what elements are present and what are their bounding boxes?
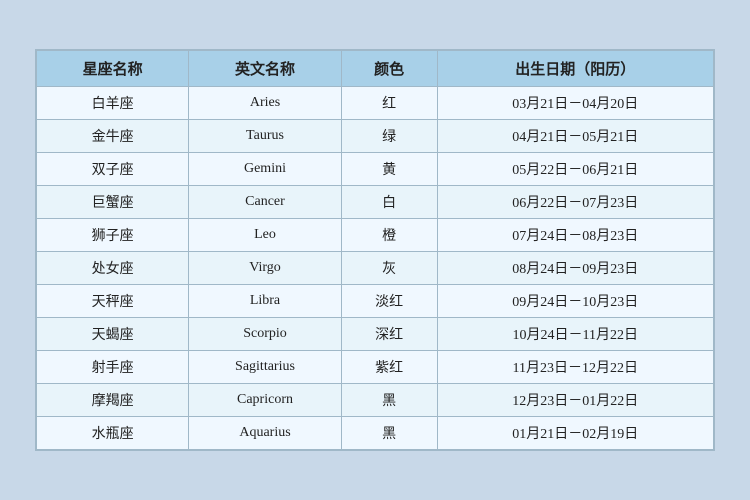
color-value: 黄 (341, 153, 437, 186)
chinese-name: 白羊座 (37, 87, 189, 120)
chinese-name: 狮子座 (37, 219, 189, 252)
english-name: Libra (189, 285, 341, 318)
english-name: Scorpio (189, 318, 341, 351)
chinese-name: 金牛座 (37, 120, 189, 153)
date-range: 05月22日－06月21日 (437, 153, 713, 186)
date-range: 04月21日－05月21日 (437, 120, 713, 153)
zodiac-table: 星座名称 英文名称 颜色 出生日期（阳历） 白羊座Aries红03月21日－04… (36, 50, 714, 450)
color-value: 绿 (341, 120, 437, 153)
table-row: 双子座Gemini黄05月22日－06月21日 (37, 153, 714, 186)
english-name: Sagittarius (189, 351, 341, 384)
color-value: 黑 (341, 384, 437, 417)
english-name: Aquarius (189, 417, 341, 450)
date-range: 12月23日－01月22日 (437, 384, 713, 417)
color-value: 深红 (341, 318, 437, 351)
chinese-name: 巨蟹座 (37, 186, 189, 219)
date-range: 06月22日－07月23日 (437, 186, 713, 219)
date-range: 10月24日－11月22日 (437, 318, 713, 351)
color-value: 淡红 (341, 285, 437, 318)
col-header-english: 英文名称 (189, 51, 341, 87)
table-row: 射手座Sagittarius紫红11月23日－12月22日 (37, 351, 714, 384)
color-value: 灰 (341, 252, 437, 285)
english-name: Leo (189, 219, 341, 252)
date-range: 11月23日－12月22日 (437, 351, 713, 384)
table-header-row: 星座名称 英文名称 颜色 出生日期（阳历） (37, 51, 714, 87)
col-header-dates: 出生日期（阳历） (437, 51, 713, 87)
color-value: 黑 (341, 417, 437, 450)
chinese-name: 处女座 (37, 252, 189, 285)
color-value: 橙 (341, 219, 437, 252)
english-name: Virgo (189, 252, 341, 285)
table-row: 狮子座Leo橙07月24日－08月23日 (37, 219, 714, 252)
table-row: 天蝎座Scorpio深红10月24日－11月22日 (37, 318, 714, 351)
english-name: Aries (189, 87, 341, 120)
chinese-name: 天秤座 (37, 285, 189, 318)
date-range: 07月24日－08月23日 (437, 219, 713, 252)
table-row: 天秤座Libra淡红09月24日－10月23日 (37, 285, 714, 318)
english-name: Gemini (189, 153, 341, 186)
col-header-chinese: 星座名称 (37, 51, 189, 87)
english-name: Capricorn (189, 384, 341, 417)
date-range: 09月24日－10月23日 (437, 285, 713, 318)
english-name: Taurus (189, 120, 341, 153)
chinese-name: 双子座 (37, 153, 189, 186)
chinese-name: 射手座 (37, 351, 189, 384)
col-header-color: 颜色 (341, 51, 437, 87)
color-value: 紫红 (341, 351, 437, 384)
table-row: 水瓶座Aquarius黑01月21日－02月19日 (37, 417, 714, 450)
chinese-name: 天蝎座 (37, 318, 189, 351)
date-range: 03月21日－04月20日 (437, 87, 713, 120)
english-name: Cancer (189, 186, 341, 219)
chinese-name: 摩羯座 (37, 384, 189, 417)
date-range: 08月24日－09月23日 (437, 252, 713, 285)
table-row: 处女座Virgo灰08月24日－09月23日 (37, 252, 714, 285)
date-range: 01月21日－02月19日 (437, 417, 713, 450)
zodiac-table-container: 星座名称 英文名称 颜色 出生日期（阳历） 白羊座Aries红03月21日－04… (35, 49, 715, 451)
table-row: 白羊座Aries红03月21日－04月20日 (37, 87, 714, 120)
table-row: 金牛座Taurus绿04月21日－05月21日 (37, 120, 714, 153)
table-row: 巨蟹座Cancer白06月22日－07月23日 (37, 186, 714, 219)
chinese-name: 水瓶座 (37, 417, 189, 450)
color-value: 白 (341, 186, 437, 219)
table-row: 摩羯座Capricorn黑12月23日－01月22日 (37, 384, 714, 417)
color-value: 红 (341, 87, 437, 120)
